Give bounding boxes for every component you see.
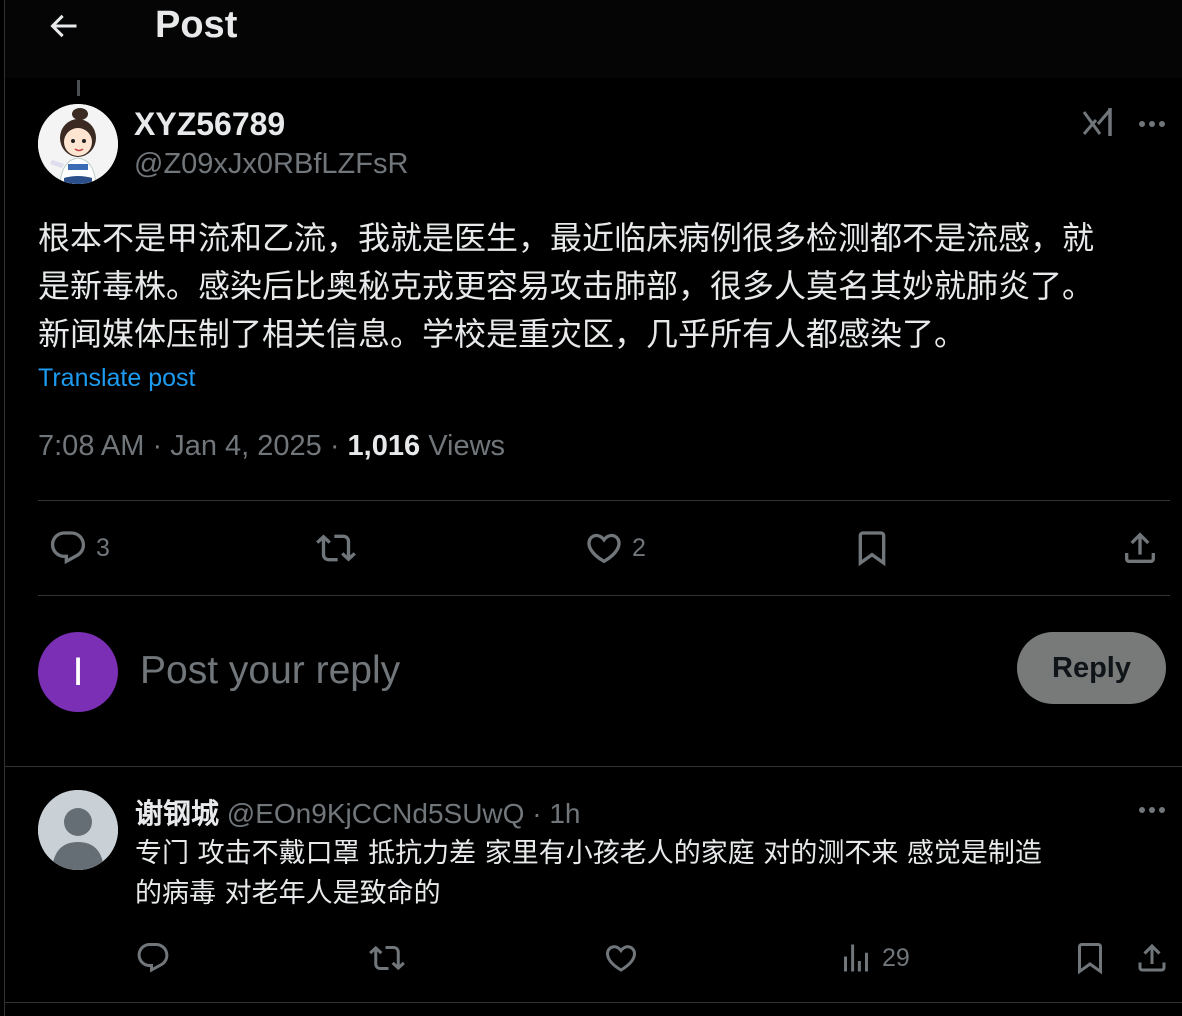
reply-count: 3 xyxy=(96,533,110,562)
comment-time[interactable]: 1h xyxy=(549,798,580,829)
comment-bubble-icon xyxy=(50,531,86,565)
share-icon xyxy=(1138,943,1166,972)
reply-button[interactable]: Reply xyxy=(1017,632,1166,704)
thread-connector-line xyxy=(77,80,80,96)
reply-action[interactable]: 3 xyxy=(48,528,110,568)
comment-bookmark-action[interactable] xyxy=(1072,940,1108,976)
comment-text: 专门 攻击不戴口罩 抵抗力差 家里有小孩老人的家庭 对的测不来 感觉是制造 的病… xyxy=(135,834,1175,914)
share-icon xyxy=(1125,532,1155,563)
comment-text-line: 的病毒 对老年人是致命的 xyxy=(135,878,441,909)
top-header: Post xyxy=(5,0,1182,78)
comment-header: 谢钢城 @EOn9KjCCNd5SUwQ · 1h xyxy=(135,797,581,830)
heart-icon xyxy=(587,533,621,564)
repost-action[interactable] xyxy=(314,528,358,568)
comment-like-action[interactable] xyxy=(603,940,639,976)
comment-share-action[interactable] xyxy=(1134,940,1170,976)
left-border xyxy=(4,0,5,1016)
post-time[interactable]: 7:08 AM xyxy=(38,430,144,462)
divider xyxy=(5,766,1182,767)
heart-icon xyxy=(605,945,637,972)
grok-icon[interactable] xyxy=(1080,104,1116,140)
share-action[interactable] xyxy=(1120,528,1160,568)
like-action[interactable]: 2 xyxy=(584,528,646,568)
reply-input[interactable] xyxy=(138,640,982,702)
repost-icon xyxy=(316,534,356,562)
like-count: 2 xyxy=(632,533,646,562)
back-arrow-icon[interactable] xyxy=(45,8,81,44)
post-text: 根本不是甲流和乙流，我就是医生，最近临床病例很多检测都不是流感，就 是新毒株。感… xyxy=(38,214,1174,358)
more-options-icon[interactable] xyxy=(1134,108,1170,138)
author-handle[interactable]: @Z09xJx0RBfLZFsR xyxy=(134,148,408,181)
author-name[interactable]: XYZ56789 xyxy=(134,106,285,143)
divider xyxy=(38,500,1170,501)
comment-views-action[interactable]: 29 xyxy=(838,940,910,976)
comment-bubble-icon xyxy=(137,943,169,973)
commenter-handle[interactable]: @EOn9KjCCNd5SUwQ xyxy=(227,798,525,829)
post-meta: 7:08 AM · Jan 4, 2025 · 1,016 Views xyxy=(38,430,506,462)
post-date[interactable]: Jan 4, 2025 xyxy=(170,430,322,462)
current-user-avatar[interactable]: I xyxy=(38,632,118,712)
repost-icon xyxy=(369,945,405,971)
commenter-avatar[interactable] xyxy=(38,790,118,870)
views-count: 1,016 xyxy=(347,430,421,462)
bookmark-icon xyxy=(858,531,886,567)
bookmark-icon xyxy=(1078,943,1102,975)
translate-post-link[interactable]: Translate post xyxy=(38,364,195,393)
post-text-line: 是新毒株。感染后比奥秘克戎更容易攻击肺部，很多人莫名其妙就肺炎了。 xyxy=(38,267,1095,305)
comment-reply-action[interactable] xyxy=(135,940,171,976)
more-options-icon[interactable] xyxy=(1134,796,1170,826)
divider xyxy=(38,595,1170,596)
comment-text-line: 专门 攻击不戴口罩 抵抗力差 家里有小孩老人的家庭 对的测不来 感觉是制造 xyxy=(135,838,1042,869)
bar-chart-icon xyxy=(844,944,868,972)
views-label: Views xyxy=(428,430,506,462)
comment-repost-action[interactable] xyxy=(367,940,407,976)
post-text-line: 根本不是甲流和乙流，我就是医生，最近临床病例很多检测都不是流感，就 xyxy=(38,219,1095,257)
post-text-line: 新闻媒体压制了相关信息。学校是重灾区，几乎所有人都感染了。 xyxy=(38,315,967,353)
commenter-name[interactable]: 谢钢城 xyxy=(135,797,219,830)
page-title: Post xyxy=(155,4,238,46)
author-avatar[interactable] xyxy=(38,104,118,184)
divider xyxy=(5,1002,1182,1003)
comment-views-count: 29 xyxy=(882,943,910,972)
bookmark-action[interactable] xyxy=(852,528,892,568)
